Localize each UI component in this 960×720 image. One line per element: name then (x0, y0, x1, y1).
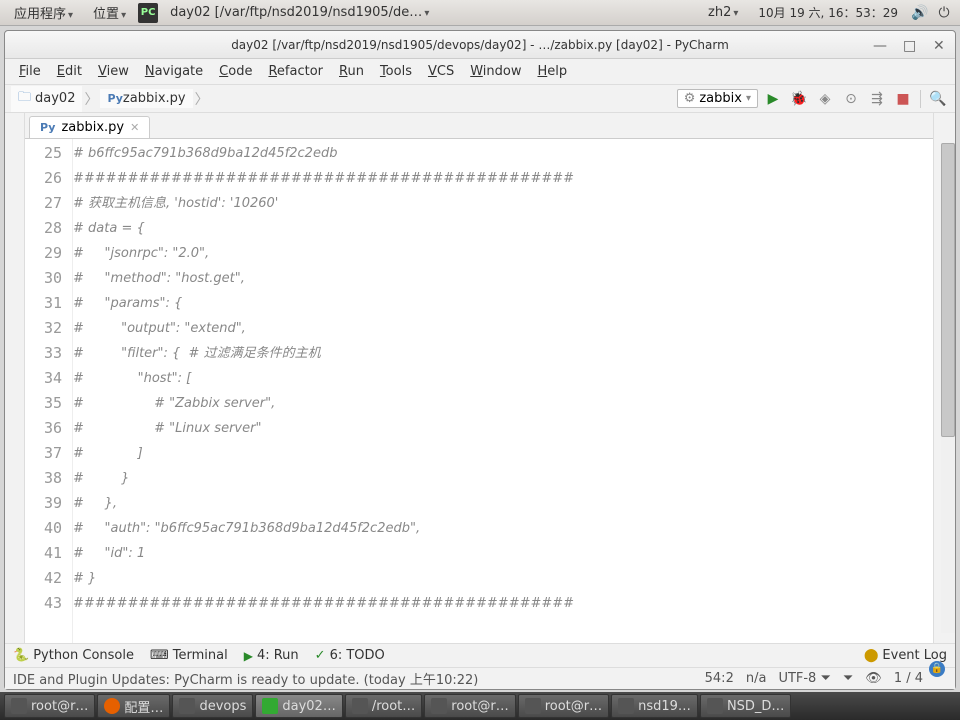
task-item[interactable]: /root… (345, 694, 422, 718)
run-tab[interactable]: ▶4: Run (244, 648, 299, 663)
task-item[interactable]: 配置… (97, 694, 170, 718)
terminal-icon (431, 698, 447, 714)
profile-button[interactable]: ⊙ (840, 88, 862, 110)
menu-run[interactable]: Run (331, 62, 372, 81)
chevron-icon: 〉 (84, 89, 98, 109)
menu-edit[interactable]: Edit (49, 62, 90, 81)
code-content[interactable]: # b6ffc95ac791b368d9ba12d45f2c2edb######… (73, 139, 933, 643)
inspections-icon[interactable]: 👁 (859, 671, 888, 686)
bottom-toolbar: 🐍Python Console ⌨Terminal ▶4: Run ✓6: TO… (5, 643, 955, 667)
run-button[interactable]: ▶ (762, 88, 784, 110)
firefox-icon (104, 698, 120, 714)
doc-icon (707, 698, 723, 714)
input-lang[interactable]: zh2▾ (700, 3, 746, 22)
menu-refactor[interactable]: Refactor (260, 62, 331, 81)
editor-area: Py zabbix.py ✕ 2526272829303132333435363… (5, 113, 955, 643)
places-menu[interactable]: 位置▾ (85, 1, 134, 24)
todo-tab[interactable]: ✓6: TODO (315, 648, 385, 663)
coverage-button[interactable]: ◈ (814, 88, 836, 110)
close-button[interactable]: ✕ (933, 38, 947, 52)
clock[interactable]: 10月 19 六, 16：53：29 (750, 2, 906, 23)
menu-tools[interactable]: Tools (372, 62, 420, 81)
folder-icon: 🗀 (18, 88, 31, 110)
minimize-button[interactable]: — (873, 38, 887, 52)
indent[interactable]: ⏷ (837, 671, 859, 686)
breadcrumb-folder[interactable]: 🗀day02 (11, 86, 82, 112)
terminal-icon (11, 698, 27, 714)
menu-vcs[interactable]: VCS (420, 62, 462, 81)
left-tool-gutter[interactable] (5, 113, 25, 643)
folder-icon (352, 698, 368, 714)
menu-window[interactable]: Window (462, 62, 529, 81)
power-icon[interactable]: ⏻ (934, 3, 954, 23)
statusbar: IDE and Plugin Updates: PyCharm is ready… (5, 667, 955, 689)
python-console-tab[interactable]: 🐍Python Console (13, 648, 134, 663)
status-na: n/a (740, 671, 773, 686)
pycharm-icon[interactable]: PC (138, 3, 158, 23)
status-message: IDE and Plugin Updates: PyCharm is ready… (13, 669, 478, 688)
editor-tabs: Py zabbix.py ✕ (25, 113, 933, 139)
terminal-icon (525, 698, 541, 714)
python-file-icon: Py (107, 92, 122, 105)
folder-icon (618, 698, 634, 714)
folder-icon (179, 698, 195, 714)
window-title: day02 [/var/ftp/nsd2019/nsd1905/devops/d… (231, 38, 729, 52)
tab-close-icon[interactable]: ✕ (130, 121, 139, 134)
task-item[interactable]: devops (172, 694, 253, 718)
task-item[interactable]: NSD_D… (700, 694, 792, 718)
titlebar: day02 [/var/ftp/nsd2019/nsd1905/devops/d… (5, 31, 955, 59)
volume-icon[interactable]: 🔊 (910, 3, 930, 23)
terminal-tab[interactable]: ⌨Terminal (150, 648, 228, 663)
app-title[interactable]: day02 [/var/ftp/nsd2019/nsd1905/de…▾ (162, 3, 437, 22)
menu-navigate[interactable]: Navigate (137, 62, 211, 81)
tab-zabbix[interactable]: Py zabbix.py ✕ (29, 116, 150, 138)
stop-button[interactable]: ■ (892, 88, 914, 110)
apps-menu[interactable]: 应用程序▾ (6, 1, 81, 24)
debug-button[interactable]: 🐞 (788, 88, 810, 110)
breadcrumb-file[interactable]: Py zabbix.py (100, 89, 192, 108)
task-item[interactable]: nsd19… (611, 694, 698, 718)
desktop-topbar: 应用程序▾ 位置▾ PC day02 [/var/ftp/nsd2019/nsd… (0, 0, 960, 26)
count-badge[interactable]: 1 / 4 (888, 671, 929, 686)
pycharm-window: day02 [/var/ftp/nsd2019/nsd1905/devops/d… (4, 30, 956, 690)
task-item[interactable]: root@r… (4, 694, 95, 718)
python-file-icon: Py (40, 121, 55, 134)
menu-view[interactable]: View (90, 62, 137, 81)
menu-file[interactable]: File (11, 62, 49, 81)
chevron-icon: 〉 (195, 89, 209, 109)
menu-help[interactable]: Help (530, 62, 576, 81)
tab-label: zabbix.py (61, 120, 124, 135)
run-config-selector[interactable]: ⚙zabbix▾ (677, 89, 758, 108)
navbar: 🗀day02 〉 Py zabbix.py 〉 ⚙zabbix▾ ▶ 🐞 ◈ ⊙… (5, 85, 955, 113)
encoding[interactable]: UTF-8 ⏷ (772, 671, 836, 686)
menubar: File Edit View Navigate Code Refactor Ru… (5, 59, 955, 85)
line-numbers: 25262728293031323334353637383940414243 (25, 139, 73, 643)
editor[interactable]: 25262728293031323334353637383940414243 #… (25, 139, 933, 643)
menu-code[interactable]: Code (211, 62, 260, 81)
cursor-position[interactable]: 54:2 (699, 671, 740, 686)
pycharm-icon (262, 698, 278, 714)
search-button[interactable]: 🔍 (927, 88, 949, 110)
task-item[interactable]: day02… (255, 694, 342, 718)
concurrent-button[interactable]: ⇶ (866, 88, 888, 110)
task-item[interactable]: root@r… (424, 694, 515, 718)
desktop-taskbar: root@r… 配置… devops day02… /root… root@r…… (0, 692, 960, 720)
task-item[interactable]: root@r… (518, 694, 609, 718)
maximize-button[interactable]: □ (903, 38, 917, 52)
